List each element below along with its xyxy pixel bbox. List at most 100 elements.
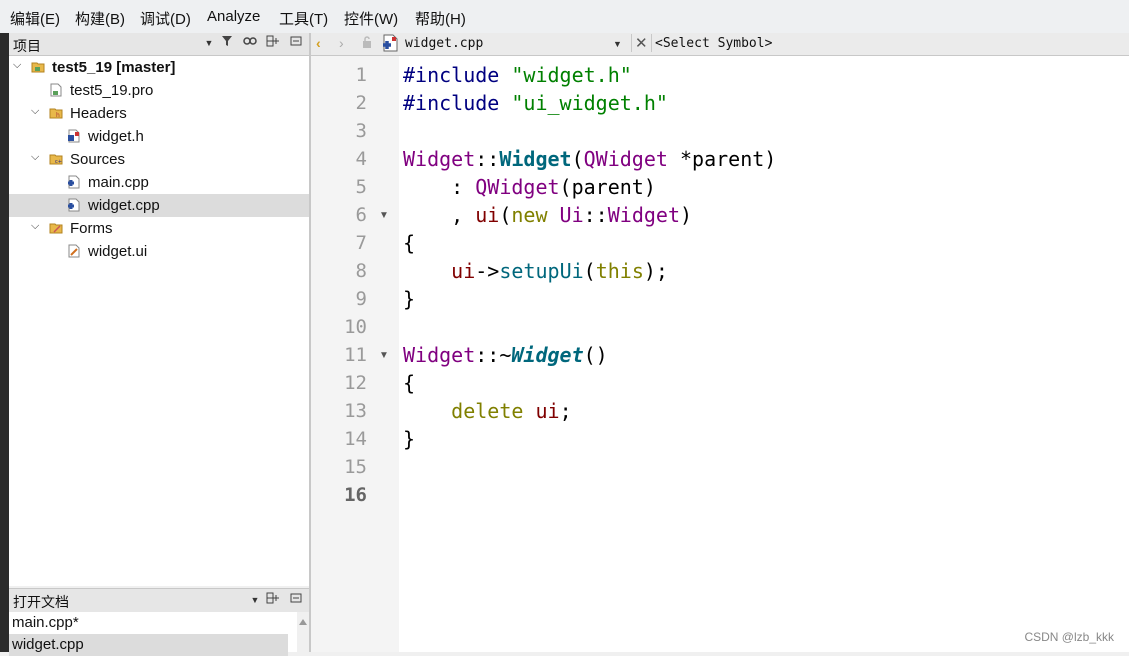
tree-label: widget.ui bbox=[88, 243, 148, 260]
expand-arrow-icon[interactable]: ⌵ bbox=[31, 105, 39, 118]
expand-arrow-icon[interactable]: ⌵ bbox=[31, 220, 39, 233]
forward-arrow-icon[interactable]: › bbox=[339, 35, 344, 51]
line-number: 6 bbox=[355, 204, 367, 226]
close-pane-icon[interactable] bbox=[288, 592, 304, 607]
ui-file-icon bbox=[67, 244, 81, 258]
code-line: { bbox=[403, 371, 416, 395]
tree-label: Forms bbox=[70, 220, 113, 237]
expand-arrow-icon[interactable]: ⌵ bbox=[13, 59, 21, 72]
close-pane-icon[interactable] bbox=[288, 35, 304, 50]
line-number: 7 bbox=[355, 232, 367, 254]
back-arrow-icon[interactable]: ‹ bbox=[316, 35, 321, 51]
tree-item-project[interactable]: ⌵ test5_19 [master] bbox=[9, 56, 309, 79]
project-panel-title: 项目 bbox=[13, 38, 41, 54]
project-panel-header: 项目 ▼ bbox=[9, 33, 309, 56]
line-number: 2 bbox=[355, 92, 367, 114]
code-line: { bbox=[403, 231, 416, 255]
split-icon[interactable] bbox=[265, 592, 281, 607]
tree-item-widget-ui[interactable]: widget.ui bbox=[9, 240, 309, 263]
headers-folder-icon: h bbox=[49, 106, 63, 120]
line-number: 13 bbox=[344, 400, 367, 422]
pro-file-icon bbox=[49, 83, 63, 97]
file-selector[interactable]: widget.cpp bbox=[405, 36, 483, 51]
line-number: 11 bbox=[344, 344, 367, 366]
link-icon[interactable] bbox=[242, 35, 258, 50]
header-file-icon bbox=[67, 129, 81, 143]
svg-text:c+: c+ bbox=[55, 159, 62, 165]
project-folder-icon bbox=[31, 60, 45, 74]
open-doc-item[interactable]: widget.cpp bbox=[9, 634, 288, 656]
symbol-selector[interactable]: <Select Symbol> bbox=[651, 34, 772, 52]
code-line: , ui(new Ui::Widget) bbox=[403, 203, 693, 227]
tree-label: test5_19 [master] bbox=[52, 59, 176, 76]
tree-item-widget-h[interactable]: widget.h bbox=[9, 125, 309, 148]
split-icon[interactable] bbox=[265, 35, 281, 50]
tree-label: main.cpp bbox=[88, 174, 149, 191]
tree-label: Headers bbox=[70, 105, 127, 122]
lock-icon[interactable] bbox=[361, 35, 373, 52]
tree-item-widget-cpp[interactable]: widget.cpp bbox=[9, 194, 309, 217]
cpp-file-icon bbox=[67, 175, 81, 189]
cpp-file-icon bbox=[67, 198, 81, 212]
line-number: 3 bbox=[355, 120, 367, 142]
watermark: CSDN @lzb_kkk bbox=[1024, 630, 1114, 644]
sources-folder-icon: c+ bbox=[49, 152, 63, 166]
project-tree: ⌵ test5_19 [master] test5_19.pro ⌵ h Hea… bbox=[9, 56, 309, 586]
code-line: #include "widget.h" bbox=[403, 63, 632, 87]
current-line-number: 16 bbox=[344, 484, 367, 506]
menu-help[interactable]: 帮助(H) bbox=[415, 8, 466, 29]
open-doc-label: main.cpp* bbox=[12, 614, 79, 631]
code-line: } bbox=[403, 427, 416, 451]
tree-item-pro[interactable]: test5_19.pro bbox=[9, 79, 309, 102]
editor-toolbar: ‹ › widget.cpp ▼ ✕ <Select Symbol> bbox=[311, 33, 1129, 56]
line-number: 10 bbox=[344, 316, 367, 338]
menu-widgets[interactable]: 控件(W) bbox=[344, 8, 398, 29]
line-number: 9 bbox=[355, 288, 367, 310]
code-line: delete ui; bbox=[451, 399, 572, 423]
line-number: 8 bbox=[355, 260, 367, 282]
scrollbar[interactable] bbox=[297, 612, 309, 652]
menu-edit[interactable]: 编辑(E) bbox=[10, 8, 60, 29]
chevron-down-icon[interactable]: ▼ bbox=[247, 595, 263, 605]
menu-debug[interactable]: 调试(D) bbox=[140, 8, 191, 29]
svg-text:h: h bbox=[56, 112, 60, 119]
code-line: Widget::Widget(QWidget *parent) bbox=[403, 147, 777, 171]
tree-item-sources[interactable]: ⌵ c+ Sources bbox=[9, 148, 309, 171]
cpp-file-icon bbox=[381, 34, 399, 55]
code-line: Widget::~Widget() bbox=[403, 343, 608, 367]
tree-label: test5_19.pro bbox=[70, 82, 154, 99]
chevron-down-icon[interactable]: ▼ bbox=[201, 38, 217, 48]
tree-label: widget.h bbox=[88, 128, 144, 145]
open-docs-title: 打开文档 bbox=[13, 594, 69, 610]
tree-item-forms[interactable]: ⌵ Forms bbox=[9, 217, 309, 240]
line-number-gutter: 1 2 3 4 5 6 7 8 9 10 11 12 13 14 15 16 ▼… bbox=[311, 56, 399, 652]
close-icon[interactable]: ✕ bbox=[631, 34, 648, 52]
tree-label: widget.cpp bbox=[88, 197, 160, 214]
expand-arrow-icon[interactable]: ⌵ bbox=[31, 151, 39, 164]
filter-icon[interactable] bbox=[219, 35, 235, 50]
open-doc-label: widget.cpp bbox=[12, 636, 84, 653]
tree-label: Sources bbox=[70, 151, 126, 168]
forms-folder-icon bbox=[49, 221, 63, 235]
open-docs-header: 打开文档 ▼ bbox=[9, 588, 309, 613]
menu-bar: 编辑(E) 构建(B) 调试(D) Analyze 工具(T) 控件(W) 帮助… bbox=[0, 0, 1129, 34]
mode-sidebar bbox=[0, 33, 9, 652]
scroll-up-icon[interactable] bbox=[297, 616, 309, 628]
menu-analyze[interactable]: Analyze bbox=[207, 8, 260, 25]
fold-arrow-icon[interactable]: ▼ bbox=[379, 350, 389, 361]
open-doc-item[interactable]: main.cpp* bbox=[9, 612, 288, 634]
code-line: } bbox=[403, 287, 416, 311]
line-number: 4 bbox=[355, 148, 367, 170]
menu-tools[interactable]: 工具(T) bbox=[279, 8, 328, 29]
chevron-down-icon[interactable]: ▼ bbox=[613, 39, 622, 49]
code-line: ui->setupUi(this); bbox=[451, 259, 668, 283]
fold-arrow-icon[interactable]: ▼ bbox=[379, 210, 389, 221]
code-line: : QWidget(parent) bbox=[403, 175, 656, 199]
open-docs-list: main.cpp* widget.cpp bbox=[9, 612, 309, 656]
line-number: 5 bbox=[355, 176, 367, 198]
menu-build[interactable]: 构建(B) bbox=[75, 8, 125, 29]
tree-item-headers[interactable]: ⌵ h Headers bbox=[9, 102, 309, 125]
code-editor[interactable]: 1 2 3 4 5 6 7 8 9 10 11 12 13 14 15 16 ▼… bbox=[311, 56, 1129, 652]
line-number: 15 bbox=[344, 456, 367, 478]
tree-item-main-cpp[interactable]: main.cpp bbox=[9, 171, 309, 194]
